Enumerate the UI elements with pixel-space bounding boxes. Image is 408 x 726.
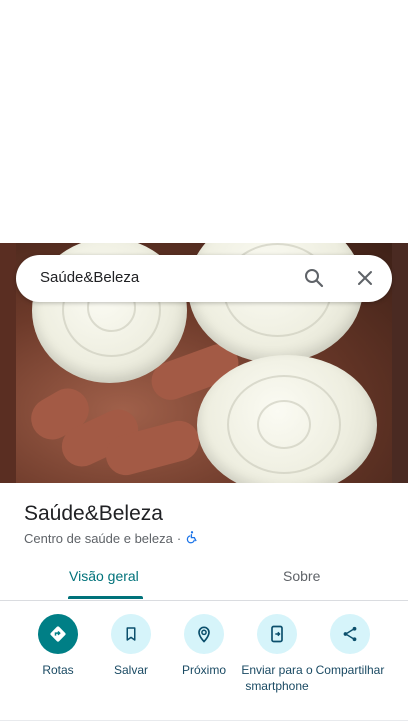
soap-image (197, 355, 377, 483)
active-tab-indicator (68, 596, 143, 599)
send-to-phone-icon (257, 614, 297, 654)
save-label: Salvar (113, 663, 148, 677)
separator-dot: · (176, 531, 182, 546)
tab-overview[interactable]: Visão geral (69, 568, 139, 584)
wheelchair-accessible-icon (185, 530, 199, 547)
directions-button[interactable]: Rotas (18, 614, 98, 678)
nearby-label: Próximo (181, 663, 226, 677)
tab-about[interactable]: Sobre (283, 568, 320, 584)
photo-edge-left (0, 243, 16, 483)
search-icon[interactable] (302, 266, 326, 290)
share-button[interactable]: Compartilhar (310, 614, 390, 678)
share-label: Compartilhar (315, 663, 385, 677)
action-bar: Rotas Salvar Próximo Enviar para o smart… (0, 614, 408, 714)
share-icon (330, 614, 370, 654)
place-category: Centro de saúde e beleza (24, 531, 173, 546)
search-input[interactable]: Saúde&Beleza (40, 269, 139, 286)
send-to-phone-button[interactable]: Enviar para o smartphone (237, 614, 317, 694)
close-icon[interactable] (353, 266, 377, 290)
map-area[interactable] (0, 0, 408, 243)
nearby-button[interactable]: Próximo (164, 614, 244, 678)
divider (0, 720, 408, 721)
search-bar[interactable]: Saúde&Beleza (16, 255, 392, 302)
send-to-phone-label: Enviar para o smartphone (241, 663, 313, 693)
place-subtitle: Centro de saúde e beleza · (24, 530, 199, 547)
photo-edge-right (392, 243, 408, 483)
directions-label: Rotas (42, 663, 74, 677)
tab-bar: Visão geral Sobre (0, 560, 408, 601)
nearby-icon (184, 614, 224, 654)
save-button[interactable]: Salvar (91, 614, 171, 678)
place-title: Saúde&Beleza (24, 502, 163, 525)
directions-icon (38, 614, 78, 654)
bookmark-icon (111, 614, 151, 654)
